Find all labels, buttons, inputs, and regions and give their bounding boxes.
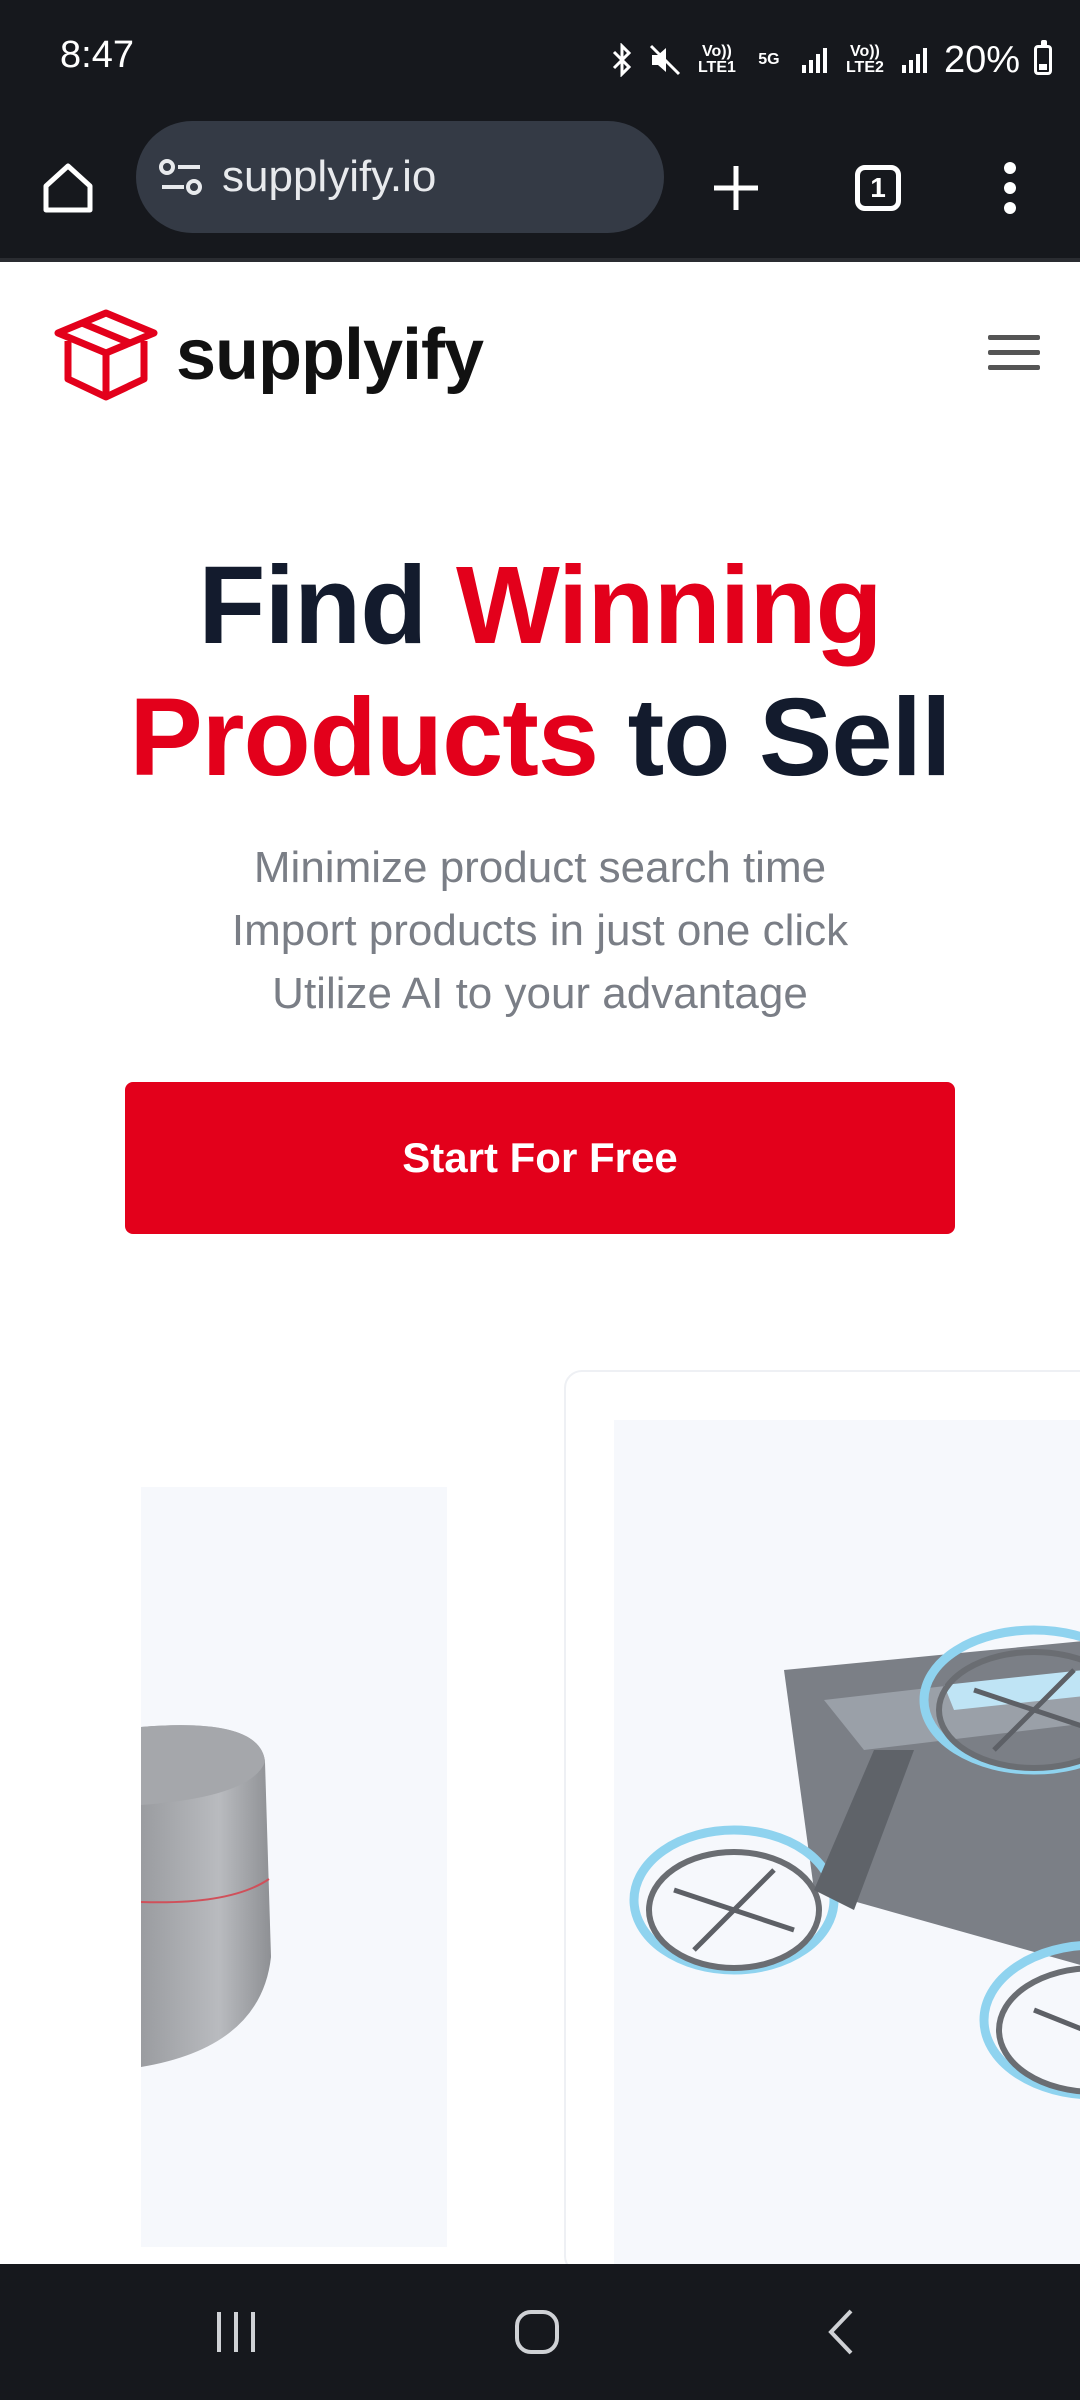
feature-line: Minimize product search time: [253, 843, 827, 892]
home-icon: [43, 163, 93, 213]
home-nav-button[interactable]: [497, 2302, 577, 2362]
status-bar: 8:47 Vo)) LTE1 5G Vo)) LTE2 20%: [0, 0, 1080, 118]
back-button[interactable]: [800, 2302, 880, 2362]
menu-button[interactable]: [988, 335, 1040, 371]
headline-highlight: Winning: [455, 544, 883, 667]
product-image-frame: [614, 1420, 1080, 2272]
brand-logo[interactable]: supplyify: [50, 307, 484, 403]
tab-switcher-button[interactable]: 1: [838, 148, 918, 228]
recents-icon: [217, 2312, 255, 2352]
headline-text: to Sell: [598, 676, 952, 799]
feature-line: Utilize AI to your advantage: [272, 969, 808, 1018]
signal-icon: [800, 45, 830, 75]
site-header: supplyify: [0, 262, 1080, 442]
hamburger-icon: [988, 335, 1040, 340]
signal-icon: [900, 45, 930, 75]
home-button[interactable]: [28, 148, 108, 228]
feature-line: Import products in just one click: [231, 906, 849, 955]
more-vert-icon: [1004, 162, 1016, 214]
lte1-label: Vo)) LTE1: [697, 43, 736, 76]
battery-icon: [1034, 40, 1052, 75]
box-logo-icon: [54, 309, 158, 401]
back-icon: [828, 2309, 853, 2355]
headline-text: Find: [198, 544, 456, 667]
plus-icon: [714, 166, 758, 210]
url-text: supplyify.io: [222, 152, 437, 201]
recents-button[interactable]: [196, 2302, 276, 2362]
home-circle-icon: [515, 2310, 559, 2354]
system-nav-bar: [0, 2264, 1080, 2400]
new-tab-button[interactable]: [696, 148, 776, 228]
product-card[interactable]: [140, 1487, 447, 2247]
lte2-label: Vo)) LTE2: [845, 43, 884, 76]
headline-highlight: Products: [129, 676, 599, 799]
browser-menu-button[interactable]: [970, 148, 1050, 228]
mute-icon: [648, 43, 682, 77]
start-for-free-button[interactable]: Start For Free: [125, 1082, 955, 1234]
address-bar[interactable]: supplyify.io: [136, 121, 664, 233]
drone-image: [629, 1625, 1080, 2099]
status-icons: Vo)) LTE1 5G Vo)) LTE2 20%: [610, 30, 1052, 90]
bluetooth-icon: [610, 43, 634, 77]
status-time: 8:47: [60, 34, 134, 76]
site-settings-icon: [159, 159, 202, 195]
smart-speaker-image: [140, 1725, 271, 2067]
product-card[interactable]: [564, 1370, 1080, 2274]
battery-percent: 20%: [943, 38, 1020, 81]
brand-name: supplyify: [176, 315, 484, 395]
hero-subtext: Minimize product search time Import prod…: [0, 836, 1080, 1025]
tab-count: 1: [855, 165, 901, 211]
5g-label: 5G: [758, 51, 780, 68]
hero-headline: Find Winning Products to Sell: [0, 540, 1080, 804]
